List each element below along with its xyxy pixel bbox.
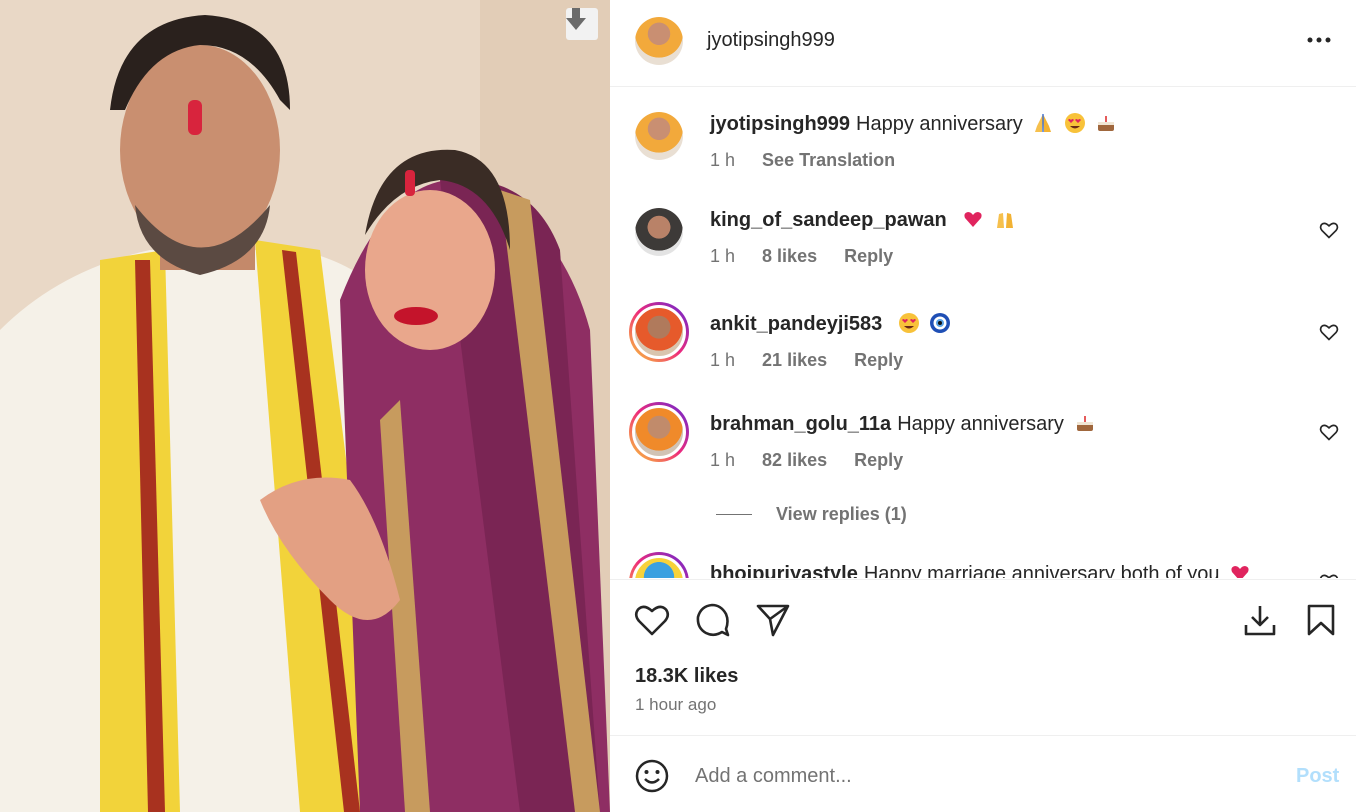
like-comment-heart-icon[interactable] [1319,422,1339,442]
comment-input[interactable] [695,756,1255,796]
reply-button[interactable]: Reply [854,350,903,370]
comment-meta: 1 h 8 likes Reply [710,246,915,267]
caption-username[interactable]: jyotipsingh999 [710,113,850,135]
post-photo[interactable] [0,0,610,812]
post-comment-button[interactable]: Post [1296,765,1339,788]
heart-eyes-emoji-icon [898,313,919,333]
comment-username[interactable]: king_of_sandeep_pawan [710,209,947,231]
see-translation-link[interactable]: See Translation [762,150,895,170]
caption-text: jyotipsingh999 Happy anniversary [710,112,1117,136]
author-username[interactable]: jyotipsingh999 [707,29,835,52]
comment-text: ankit_pandeyji583 [710,312,951,336]
comment-body: Happy anniversary [897,413,1064,435]
caption-time: 1 h [710,150,736,170]
red-heart-emoji-icon [964,212,982,227]
comment-text: king_of_sandeep_pawan [710,208,1016,232]
photo-illustration [0,0,610,812]
comment-composer: Post [610,735,1356,812]
comment-likes-count[interactable]: 8 likes [762,246,817,266]
like-comment-heart-icon[interactable] [1319,322,1339,342]
commenter-avatar-story[interactable] [629,402,689,462]
like-comment-heart-icon[interactable] [1319,220,1339,240]
reply-button[interactable]: Reply [844,246,893,266]
post-details-panel: jyotipsingh999 jyotipsingh999 Happy anniv… [610,0,1356,812]
comment-meta: 1 h 21 likes Reply [710,350,925,371]
comment-time: 1 h [710,450,736,470]
caption-meta: 1 h See Translation [710,150,917,171]
raised-hands-emoji-icon [996,213,1013,228]
comment-meta: 1 h 82 likes Reply [710,450,925,471]
cake-emoji-icon [1076,416,1093,431]
smiley-icon[interactable] [634,758,670,794]
comment-likes-count[interactable]: 21 likes [762,350,827,370]
nazar-amulet-emoji-icon [930,313,951,333]
heart-eyes-emoji-icon [1064,113,1085,133]
more-options-button[interactable] [1304,30,1334,50]
commenter-avatar-story[interactable] [629,302,689,362]
comment-username[interactable]: bhojpuriyastyle [710,563,858,578]
view-replies-label: View replies (1) [776,504,907,524]
post-actions: 18.3K likes 1 hour ago [610,579,1356,734]
comment-button[interactable] [693,600,733,640]
folded-hands-emoji-icon [1035,114,1052,132]
author-avatar[interactable] [635,17,683,65]
arrow-down-icon [566,8,586,30]
post-header: jyotipsingh999 [610,0,1356,87]
caption-body: Happy anniversary [856,113,1023,135]
comments-list[interactable]: jyotipsingh999 Happy anniversary 1 h See … [610,88,1356,578]
post-timestamp: 1 hour ago [635,695,717,714]
comment-time: 1 h [710,246,736,266]
comment-username[interactable]: brahman_golu_11a [710,413,891,435]
comment-likes-count[interactable]: 82 likes [762,450,827,470]
share-button[interactable] [753,600,793,640]
view-replies-button[interactable]: View replies (1) [716,504,907,525]
comment-text: brahman_golu_11a Happy anniversary [710,412,1096,436]
comment-body: Happy marriage anniversary both of you [863,563,1220,578]
reply-button[interactable]: Reply [854,450,903,470]
comment-bubble-icon [696,603,730,637]
commenter-avatar[interactable] [635,208,683,256]
comment-time: 1 h [710,350,736,370]
heart-icon [634,605,670,636]
caption-avatar[interactable] [635,112,683,160]
comment-username[interactable]: ankit_pandeyji583 [710,313,882,335]
bookmark-icon [1307,604,1335,636]
commenter-avatar-story[interactable] [629,552,689,578]
comment-text: bhojpuriyastyle Happy marriage anniversar… [710,562,1251,578]
more-options-icon [1307,37,1331,43]
like-comment-heart-icon[interactable] [1319,572,1339,578]
red-heart-emoji-icon [1231,566,1249,578]
cake-emoji-icon [1098,116,1115,131]
download-button[interactable] [1240,600,1280,640]
replies-divider-line [716,514,752,515]
post-likes-count[interactable]: 18.3K likes [635,665,738,688]
download-icon [1244,606,1276,636]
save-button[interactable] [1301,600,1341,640]
paper-plane-icon [756,604,790,637]
download-overlay-button[interactable] [566,8,598,40]
like-button[interactable] [632,600,672,640]
